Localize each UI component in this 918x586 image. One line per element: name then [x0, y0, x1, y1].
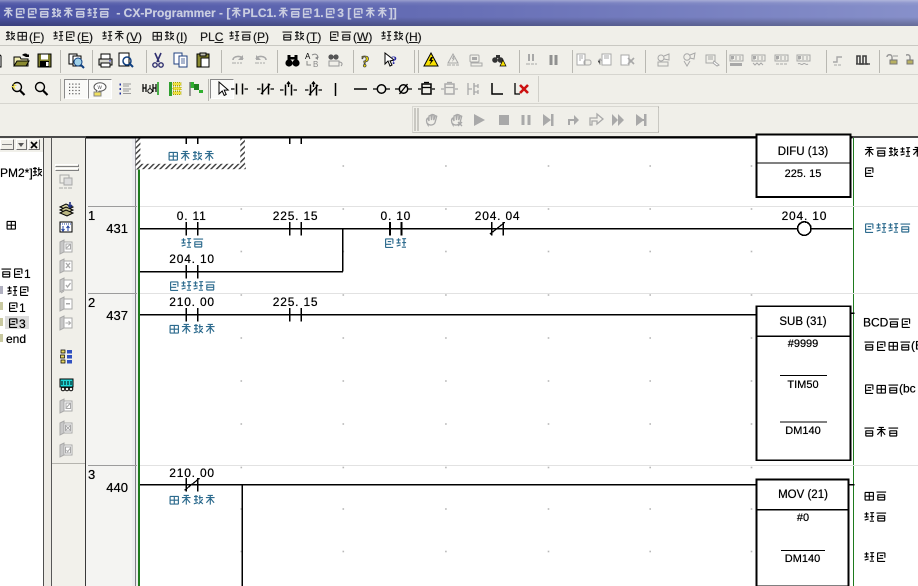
svg-text:?: ?	[361, 52, 370, 69]
svg-text:?: ?	[391, 53, 397, 67]
svg-text:(B: (B	[911, 339, 918, 353]
svg-text:BCD: BCD	[863, 316, 889, 330]
svg-text:A: A	[305, 52, 311, 61]
svg-text:B: B	[313, 60, 318, 69]
svg-text:(bc: (bc	[899, 382, 916, 396]
svg-text:w: w	[96, 85, 102, 91]
